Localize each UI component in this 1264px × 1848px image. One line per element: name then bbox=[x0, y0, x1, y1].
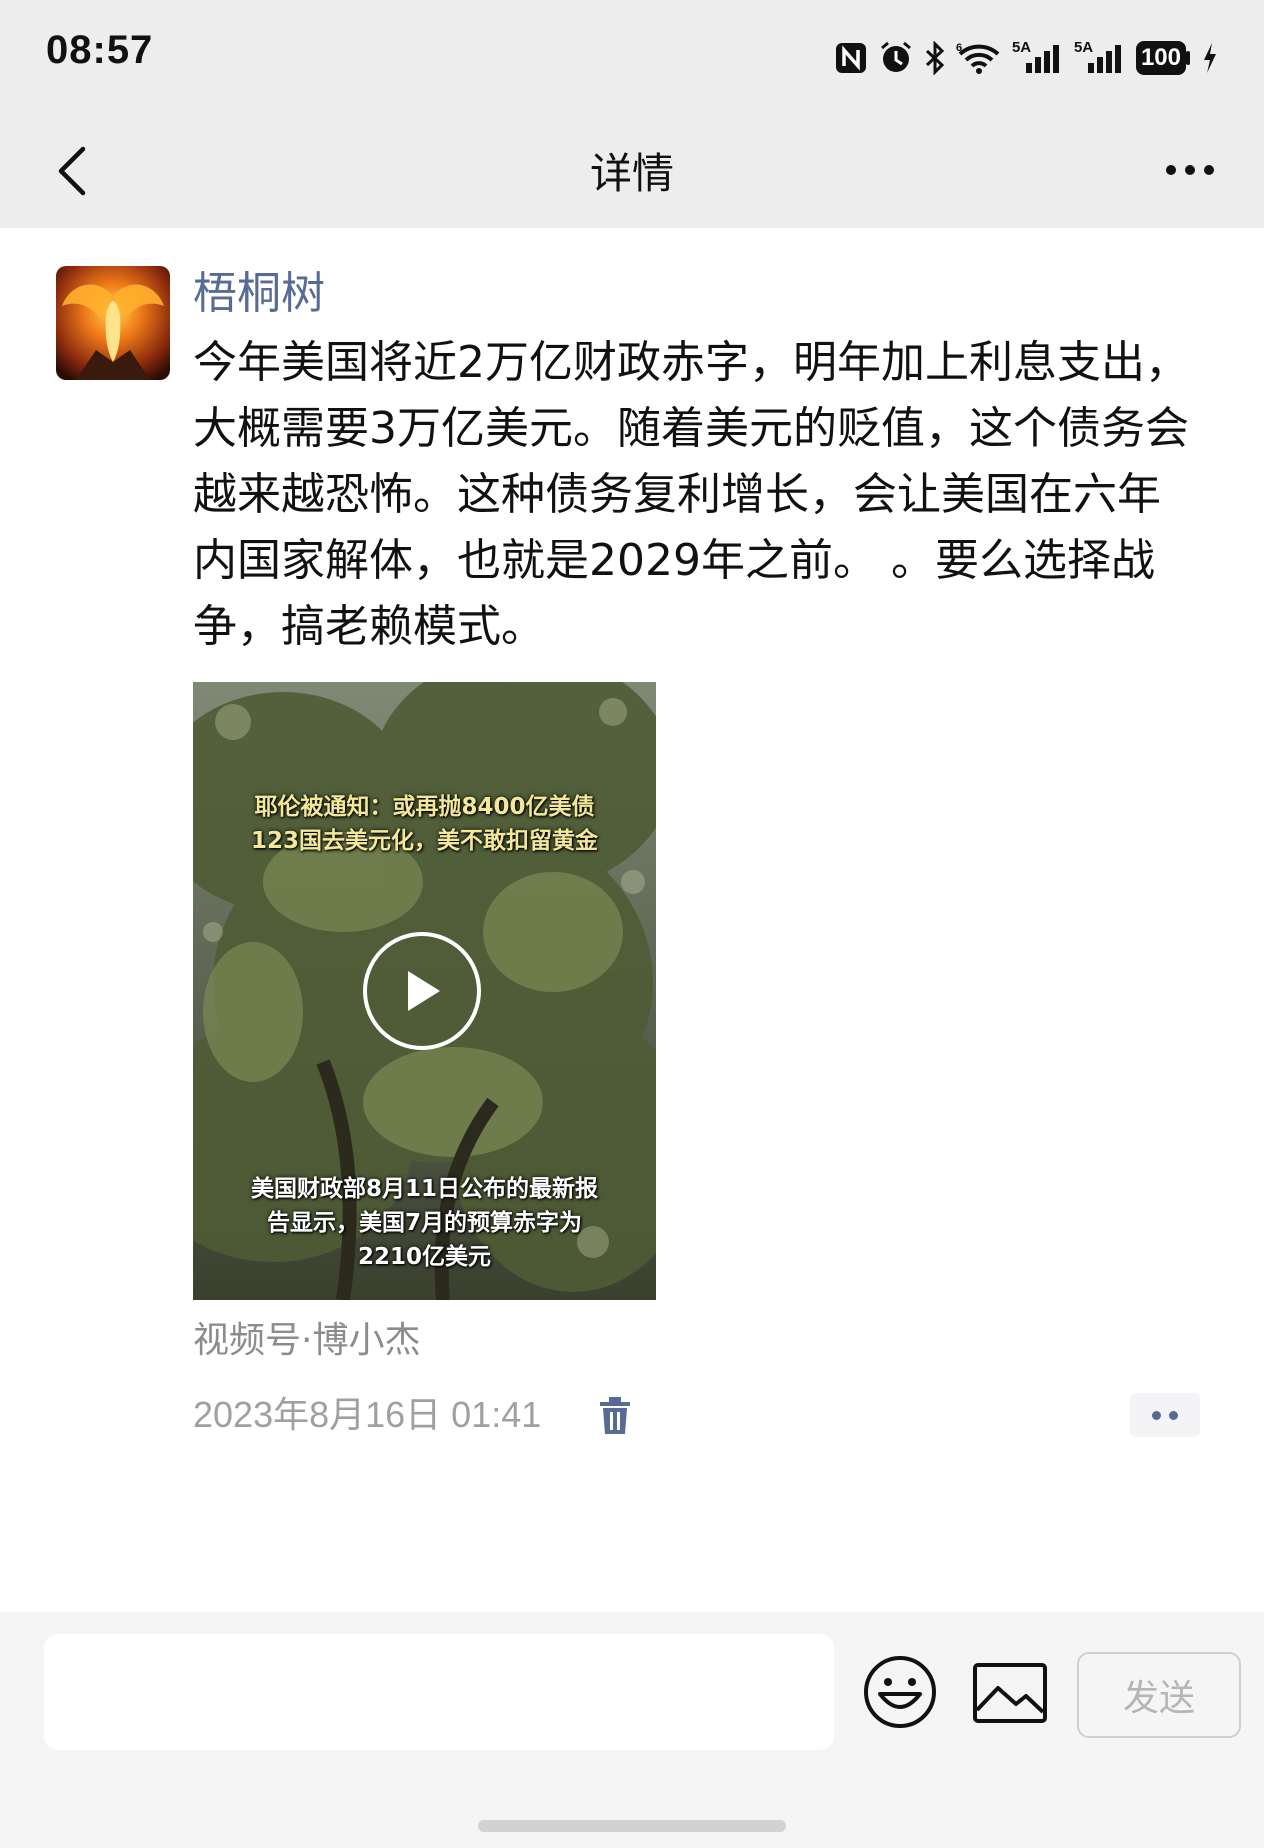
more-button[interactable] bbox=[1150, 142, 1230, 198]
battery-icon: 100 bbox=[1135, 41, 1192, 75]
more-dots-icon bbox=[1166, 165, 1176, 175]
video-card[interactable]: 耶伦被通知：或再抛8400亿美债 123国去美元化，美不敢扣留黄金 美国财政部8… bbox=[193, 682, 656, 1300]
video-caption-bottom: 美国财政部8月11日公布的最新报 告显示，美国7月的预算赤字为 2210亿美元 bbox=[250, 1176, 598, 1270]
signal-label: 5A bbox=[1011, 39, 1032, 56]
emoji-button[interactable] bbox=[862, 1654, 938, 1730]
page-title: 详情 bbox=[589, 149, 674, 198]
play-button[interactable] bbox=[363, 932, 481, 1050]
video-caption-top: 耶伦被通知：或再抛8400亿美债 123国去美元化，美不敢扣留黄金 bbox=[250, 794, 598, 854]
comment-bar: 发送 bbox=[0, 1612, 1264, 1848]
bluetooth-icon bbox=[924, 41, 946, 75]
author-name[interactable]: 梧桐树 bbox=[193, 266, 325, 322]
comment-input[interactable] bbox=[44, 1634, 834, 1750]
home-indicator[interactable] bbox=[478, 1820, 786, 1832]
nav-bar: 详情 bbox=[0, 112, 1264, 228]
svg-text:6: 6 bbox=[956, 42, 962, 54]
image-button[interactable] bbox=[972, 1662, 1048, 1724]
avatar[interactable] bbox=[56, 266, 170, 380]
delete-button[interactable] bbox=[598, 1396, 636, 1436]
nfc-icon bbox=[834, 41, 868, 75]
signal-label: 5A bbox=[1073, 39, 1094, 56]
signal-5a-icon: 5A bbox=[1073, 39, 1126, 75]
status-icons: 6 5A 5A 100 bbox=[834, 36, 1218, 80]
signal-5a-icon: 5A bbox=[1011, 39, 1064, 75]
status-time: 08:57 bbox=[46, 28, 154, 72]
post-action-button[interactable] bbox=[1130, 1393, 1200, 1437]
post-text: 今年美国将近2万亿财政赤字，明年加上利息支出，大概需要3万亿美元。随着美元的贬值… bbox=[193, 337, 1189, 652]
battery-level: 100 bbox=[1135, 41, 1186, 75]
wifi-6-icon: 6 bbox=[956, 41, 1002, 75]
trash-icon bbox=[600, 1397, 630, 1434]
post-timestamp: 2023年8月16日 01:41 bbox=[193, 1394, 542, 1435]
image-icon bbox=[973, 1663, 1047, 1723]
send-button[interactable]: 发送 bbox=[1077, 1652, 1241, 1738]
play-icon bbox=[408, 971, 440, 1011]
phoenix-avatar bbox=[56, 266, 170, 380]
charging-icon bbox=[1202, 41, 1218, 75]
more-dots-icon bbox=[1152, 1410, 1161, 1420]
status-bar: 08:57 6 5A 5A 100 bbox=[0, 0, 1264, 112]
video-source-link[interactable]: 视频号·博小杰 bbox=[193, 1316, 420, 1366]
emoji-icon bbox=[864, 1656, 936, 1728]
alarm-icon bbox=[878, 40, 914, 76]
